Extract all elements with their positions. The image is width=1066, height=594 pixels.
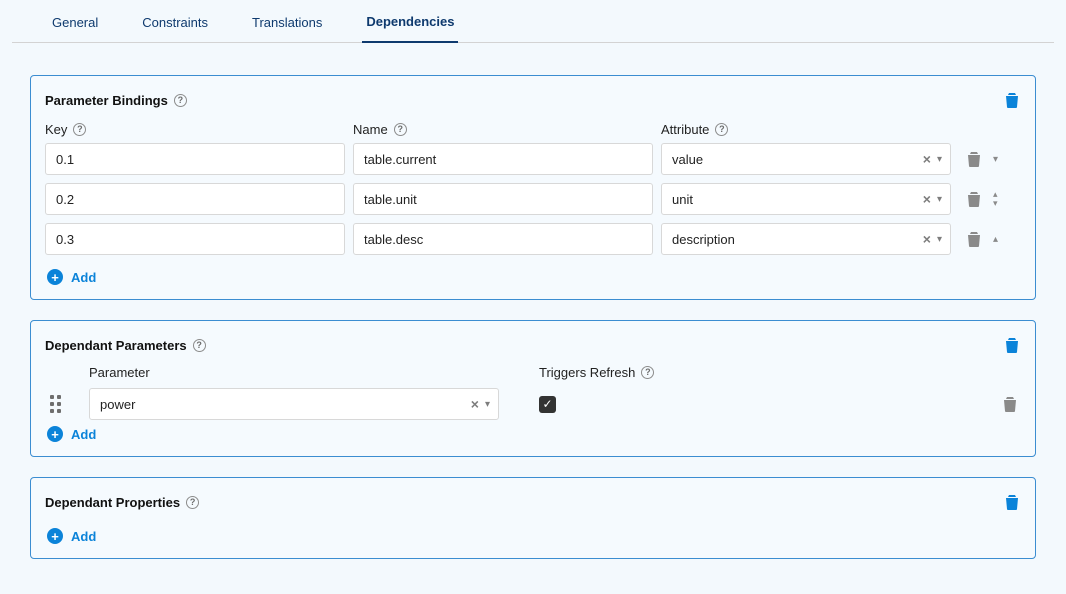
- move-up-icon[interactable]: ▴: [993, 234, 998, 245]
- parameter-combo[interactable]: power × ▾: [89, 388, 499, 420]
- help-icon[interactable]: ?: [715, 123, 728, 136]
- clear-icon[interactable]: ×: [923, 232, 931, 246]
- panel-title-bindings: Parameter Bindings: [45, 93, 168, 108]
- panel-title-dep-params: Dependant Parameters: [45, 338, 187, 353]
- tab-translations[interactable]: Translations: [248, 15, 326, 42]
- row-delete-button[interactable]: [965, 229, 983, 249]
- help-icon[interactable]: ?: [193, 339, 206, 352]
- panel-dependant-properties: Dependant Properties ? + Add: [30, 477, 1036, 559]
- binding-name-input[interactable]: [353, 143, 653, 175]
- chevron-down-icon[interactable]: ▾: [937, 154, 942, 165]
- binding-key-input[interactable]: [45, 143, 345, 175]
- clear-icon[interactable]: ×: [923, 192, 931, 206]
- clear-icon[interactable]: ×: [923, 152, 931, 166]
- add-binding-button[interactable]: + Add: [47, 269, 96, 285]
- combo-value: value: [672, 152, 923, 167]
- binding-attribute-combo[interactable]: unit × ▾: [661, 183, 951, 215]
- content-area: Parameter Bindings ? Key? Name? Attribut…: [0, 43, 1066, 579]
- help-icon[interactable]: ?: [73, 123, 86, 136]
- binding-name-input[interactable]: [353, 183, 653, 215]
- binding-row: description × ▾ ▴: [45, 223, 1021, 255]
- add-label: Add: [71, 529, 96, 544]
- col-refresh-label: Triggers Refresh: [539, 365, 635, 380]
- binding-key-input[interactable]: [45, 223, 345, 255]
- binding-name-input[interactable]: [353, 223, 653, 255]
- tabs-bar: General Constraints Translations Depende…: [12, 0, 1054, 43]
- add-dependant-prop-button[interactable]: + Add: [47, 528, 96, 544]
- combo-value: unit: [672, 192, 923, 207]
- col-name-label: Name: [353, 122, 388, 137]
- plus-circle-icon: +: [47, 269, 63, 285]
- add-dependant-param-button[interactable]: + Add: [47, 426, 96, 442]
- col-parameter-label: Parameter: [89, 365, 150, 380]
- help-icon[interactable]: ?: [394, 123, 407, 136]
- chevron-down-icon[interactable]: ▾: [937, 234, 942, 245]
- col-key-label: Key: [45, 122, 67, 137]
- panel-parameter-bindings: Parameter Bindings ? Key? Name? Attribut…: [30, 75, 1036, 300]
- combo-value: power: [100, 397, 471, 412]
- col-attribute-label: Attribute: [661, 122, 709, 137]
- plus-circle-icon: +: [47, 528, 63, 544]
- triggers-refresh-checkbox[interactable]: ✓: [539, 396, 556, 413]
- binding-row: value × ▾ ▾: [45, 143, 1021, 175]
- help-icon[interactable]: ?: [641, 366, 654, 379]
- move-down-icon[interactable]: ▾: [993, 199, 998, 208]
- dependant-row: power × ▾ ✓: [45, 388, 1021, 420]
- panel-title-dep-props: Dependant Properties: [45, 495, 180, 510]
- panel-delete-button[interactable]: [1003, 492, 1021, 512]
- help-icon[interactable]: ?: [186, 496, 199, 509]
- binding-attribute-combo[interactable]: description × ▾: [661, 223, 951, 255]
- combo-value: description: [672, 232, 923, 247]
- tab-constraints[interactable]: Constraints: [138, 15, 212, 42]
- clear-icon[interactable]: ×: [471, 397, 479, 411]
- drag-handle-icon[interactable]: [45, 395, 65, 413]
- row-delete-button[interactable]: [965, 149, 983, 169]
- help-icon[interactable]: ?: [174, 94, 187, 107]
- binding-row: unit ×▾ ▴ ▾: [45, 183, 1021, 215]
- binding-attribute-combo[interactable]: value × ▾: [661, 143, 951, 175]
- binding-key-input[interactable]: [45, 183, 345, 215]
- panel-dependant-parameters: Dependant Parameters ? Parameter Trigger…: [30, 320, 1036, 457]
- plus-circle-icon: +: [47, 426, 63, 442]
- tab-dependencies[interactable]: Dependencies: [362, 14, 458, 43]
- move-down-icon[interactable]: ▾: [993, 154, 998, 165]
- row-delete-button[interactable]: [1001, 394, 1019, 414]
- tab-general[interactable]: General: [48, 15, 102, 42]
- row-delete-button[interactable]: [965, 189, 983, 209]
- panel-delete-button[interactable]: [1003, 335, 1021, 355]
- chevron-down-icon[interactable]: ▾: [937, 194, 942, 205]
- panel-delete-button[interactable]: [1003, 90, 1021, 110]
- add-label: Add: [71, 270, 96, 285]
- add-label: Add: [71, 427, 96, 442]
- chevron-down-icon[interactable]: ▾: [485, 399, 490, 410]
